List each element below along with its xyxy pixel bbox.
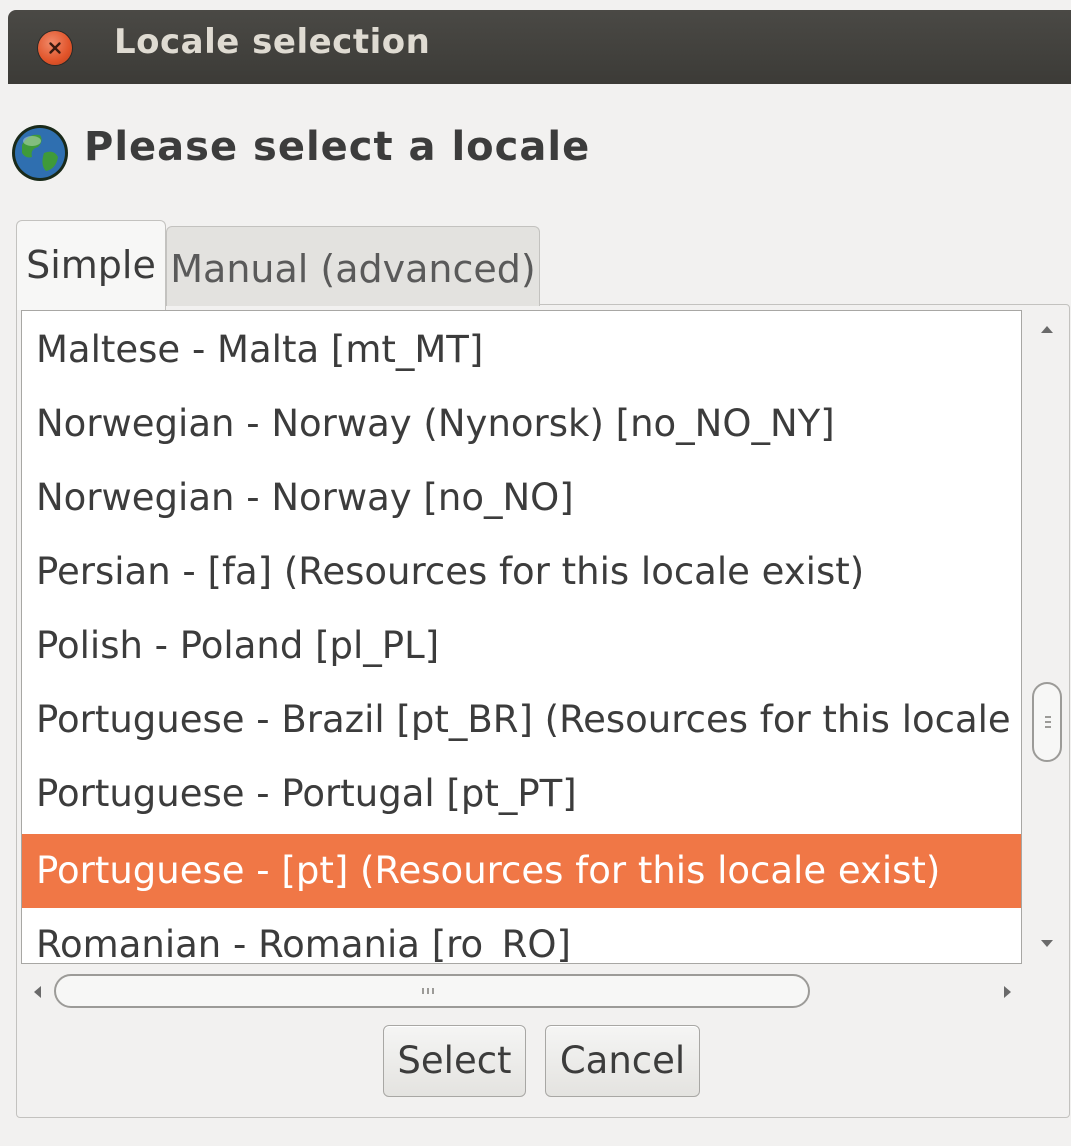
tab-manual-advanced[interactable]: Manual (advanced): [166, 226, 540, 306]
list-item-selected[interactable]: Portuguese - [pt] (Resources for this lo…: [22, 834, 1021, 908]
scroll-up-icon[interactable]: [1041, 326, 1053, 333]
grip-line: [427, 988, 429, 994]
close-icon[interactable]: [38, 31, 72, 65]
vertical-scrollbar[interactable]: [1024, 310, 1070, 964]
grip-line: [432, 988, 434, 994]
locale-list[interactable]: Maltese - Malta [mt_MT] Norwegian - Norw…: [21, 310, 1022, 964]
scroll-right-icon[interactable]: [1004, 986, 1011, 998]
tab-simple[interactable]: Simple: [16, 220, 166, 310]
window-title: Locale selection: [114, 22, 431, 62]
cancel-button[interactable]: Cancel: [545, 1025, 700, 1097]
list-item[interactable]: Portuguese - Portugal [pt_PT]: [22, 757, 1021, 831]
scroll-left-icon[interactable]: [34, 986, 41, 998]
grip-line: [1045, 726, 1051, 728]
list-item[interactable]: Romanian - Romania [ro_RO]: [22, 908, 1021, 963]
list-item[interactable]: Polish - Poland [pl_PL]: [22, 609, 1021, 683]
grip-line: [1045, 721, 1051, 723]
page-heading: Please select a locale: [84, 124, 591, 170]
horizontal-scroll-thumb[interactable]: [54, 974, 810, 1008]
list-item[interactable]: Norwegian - Norway [no_NO]: [22, 461, 1021, 535]
scroll-down-icon[interactable]: [1041, 940, 1053, 947]
grip-line: [422, 988, 424, 994]
globe-icon: [12, 125, 68, 181]
list-item[interactable]: Portuguese - Brazil [pt_BR] (Resources f…: [22, 683, 1021, 757]
vertical-scroll-thumb[interactable]: [1032, 682, 1062, 762]
window-titlebar: Locale selection: [8, 10, 1071, 84]
grip-line: [1045, 716, 1051, 718]
list-item[interactable]: Norwegian - Norway (Nynorsk) [no_NO_NY]: [22, 387, 1021, 461]
select-button[interactable]: Select: [383, 1025, 526, 1097]
horizontal-scrollbar[interactable]: [22, 966, 1022, 1018]
list-item[interactable]: Persian - [fa] (Resources for this local…: [22, 535, 1021, 609]
list-item[interactable]: Maltese - Malta [mt_MT]: [22, 313, 1021, 387]
